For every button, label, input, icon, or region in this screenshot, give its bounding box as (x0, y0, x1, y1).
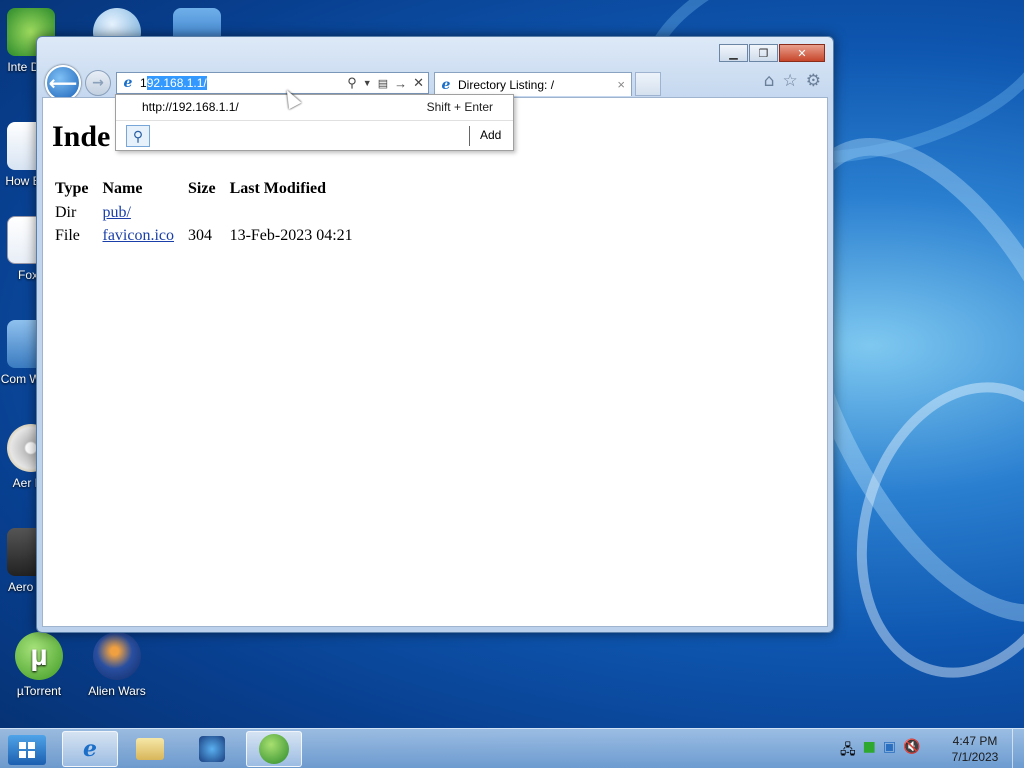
autocomplete-suggestion[interactable]: http://192.168.1.1/ Shift + Enter (116, 95, 513, 119)
column-header-type: Type (55, 180, 89, 197)
window-caption-buttons: ▁ ❐ ✕ (719, 44, 825, 62)
address-autocomplete: http://192.168.1.1/ Shift + Enter ⚲ Add (115, 94, 514, 151)
cell-name: favicon.ico (92, 225, 178, 248)
desktop-icon-label: Alien Wars (88, 684, 146, 698)
cell-type: Dir (55, 204, 77, 221)
address-bar[interactable]: e 192.168.1.1/ ⚲ ▼ ▤ → ✕ (116, 72, 429, 94)
cell-size: 304 (188, 227, 213, 244)
page-title: Inde (52, 120, 111, 153)
taskbar-file-explorer[interactable] (122, 731, 178, 767)
cell-modified: 13-Feb-2023 04:21 (229, 227, 353, 244)
page-content: Inde Type Name Size Last Modified Dir pu… (42, 97, 828, 627)
file-explorer-icon (136, 738, 164, 760)
tray-network-icon[interactable]: 🖧 (840, 739, 856, 763)
internet-explorer-icon: e (83, 736, 97, 762)
arrow-left-icon: ⟵ (48, 71, 78, 95)
go-arrow-icon[interactable]: → (394, 76, 407, 91)
tab-close-icon[interactable]: × (617, 77, 625, 92)
forward-button[interactable]: → (85, 70, 111, 96)
home-icon[interactable]: ⌂ (764, 71, 775, 91)
alien-wars-icon (93, 632, 141, 680)
tray-flag-icon[interactable]: ■ (863, 739, 876, 763)
address-input[interactable]: 192.168.1.1/ (140, 76, 207, 90)
maximize-button[interactable]: ❐ (749, 44, 778, 62)
add-search-provider-button[interactable]: Add (480, 128, 501, 142)
dropdown-arrow-icon[interactable]: ▼ (363, 78, 372, 88)
taskbar: e 🖧 ■ ▣ 🔇 4:47 PM 7/1/2023 (0, 728, 1024, 768)
column-header-size: Size (188, 180, 216, 197)
tray-volume-muted-icon[interactable]: 🔇 (903, 739, 920, 763)
clock-time: 4:47 PM (952, 734, 998, 748)
search-icon[interactable]: ⚲ (347, 75, 357, 91)
file-link[interactable]: pub/ (102, 204, 130, 221)
desktop-icon-label: µTorrent (16, 684, 62, 698)
ie-page-icon: e (123, 75, 133, 91)
search-provider-icon[interactable]: ⚲ (126, 125, 150, 147)
suggestion-shortcut-hint: Shift + Enter (426, 100, 493, 114)
close-button[interactable]: ✕ (779, 44, 825, 62)
favorites-icon[interactable]: ☆ (783, 71, 798, 91)
start-button[interactable] (8, 735, 46, 765)
new-tab-button[interactable] (635, 72, 661, 96)
taskbar-media-player[interactable] (184, 731, 240, 767)
divider (469, 126, 470, 146)
tab-title: Directory Listing: / (458, 77, 555, 92)
cell-name: pub/ (92, 202, 178, 225)
clock-date: 7/1/2023 (951, 750, 999, 764)
tab-directory-listing[interactable]: e Directory Listing: / × (434, 72, 632, 96)
table-row: Dir pub/ (53, 202, 357, 225)
tray-monitor-icon[interactable]: ▣ (883, 739, 896, 763)
column-header-modified: Last Modified (229, 180, 327, 197)
taskbar-download-manager[interactable] (246, 731, 302, 767)
column-header-name: Name (102, 180, 143, 197)
cell-size (178, 202, 220, 225)
utorrent-icon: µ (15, 632, 63, 680)
table-row: File favicon.ico 304 13-Feb-2023 04:21 (53, 225, 357, 248)
windows-logo-icon (19, 742, 35, 758)
taskbar-clock[interactable]: 4:47 PM 7/1/2023 (940, 733, 1010, 765)
address-selected-completion: 92.168.1.1/ (146, 76, 207, 90)
system-tray: 🖧 ■ ▣ 🔇 (840, 739, 921, 763)
divider (116, 120, 513, 121)
browser-tools: ⌂ ☆ ⚙ (764, 71, 821, 91)
compatibility-view-icon[interactable]: ▤ (378, 77, 388, 90)
desktop-icon-alien-wars[interactable]: Alien Wars (78, 632, 156, 698)
table-header-row: Type Name Size Last Modified (53, 178, 357, 202)
download-manager-icon (259, 734, 289, 764)
file-link[interactable]: favicon.ico (102, 227, 174, 244)
tools-icon[interactable]: ⚙ (806, 71, 821, 91)
show-desktop-button[interactable] (1012, 729, 1024, 768)
minimize-button[interactable]: ▁ (719, 44, 748, 62)
desktop-icon-utorrent[interactable]: µ µTorrent (0, 632, 78, 698)
address-typed-text: 1 (140, 76, 147, 90)
back-button[interactable]: ⟵ (45, 65, 81, 101)
directory-table: Type Name Size Last Modified Dir pub/ Fi… (53, 178, 357, 248)
wallpaper-swirl (824, 356, 1024, 704)
stop-icon[interactable]: ✕ (413, 75, 424, 91)
ie-tab-icon: e (441, 76, 451, 93)
address-tools: ⚲ ▼ ▤ → ✕ (347, 75, 428, 91)
cell-modified (220, 202, 357, 225)
taskbar-internet-explorer[interactable]: e (62, 731, 118, 767)
cell-type: File (55, 227, 80, 244)
suggestion-url: http://192.168.1.1/ (142, 100, 239, 114)
media-player-icon (199, 736, 225, 762)
arrow-right-icon: → (92, 75, 104, 91)
